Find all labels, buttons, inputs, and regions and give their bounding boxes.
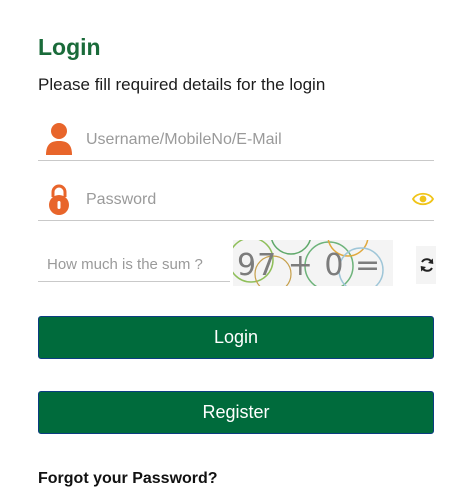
captcha-input[interactable] <box>45 250 229 278</box>
user-icon <box>46 123 72 155</box>
captcha-image: 97 + 0 = ? <box>233 240 393 286</box>
username-input[interactable] <box>84 126 408 154</box>
page-subtitle: Please fill required details for the log… <box>38 75 326 94</box>
lock-icon <box>49 184 69 215</box>
captcha-field-group <box>38 243 230 282</box>
password-input[interactable] <box>84 186 408 214</box>
captcha-refresh-button[interactable] <box>416 246 436 284</box>
captcha-text: 97 + 0 = ? <box>237 248 382 286</box>
password-field-group <box>38 180 434 221</box>
username-field-group <box>38 120 434 161</box>
page-title: Login <box>38 34 101 60</box>
forgot-password-link[interactable]: Forgot your Password? <box>38 470 218 488</box>
register-button[interactable]: Register <box>38 391 434 434</box>
eye-icon[interactable] <box>412 190 434 208</box>
refresh-icon <box>420 258 434 272</box>
login-button[interactable]: Login <box>38 316 434 359</box>
